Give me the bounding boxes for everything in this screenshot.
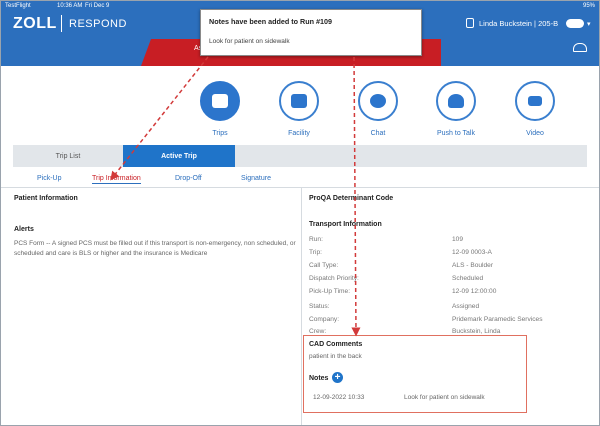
alert-text: PCS Form -- A signed PCS must be filled … — [14, 240, 296, 257]
row-value: 12-09 12:00:00 — [452, 288, 497, 295]
notification-title: Notes have been added to Run #109 — [209, 17, 333, 26]
subtab-pick-up[interactable]: Pick-Up — [37, 175, 62, 182]
row-label: Company: — [309, 316, 340, 323]
cad-comments-heading: CAD Comments — [309, 341, 363, 348]
row-value: Buckstein, Linda — [452, 328, 501, 335]
nav-label: Chat — [370, 130, 386, 137]
nav-label: Push to Talk — [436, 130, 475, 137]
battery-level: 95% — [582, 3, 595, 9]
notes-heading: Notes — [309, 375, 329, 382]
note-text: Look for patient on sidewalk — [404, 394, 485, 401]
note-timestamp: 12-09-2022 10:33 — [313, 394, 365, 401]
trip-tab-bar: Trip List Active Trip — [13, 145, 587, 167]
push-to-talk-icon — [448, 94, 464, 108]
row-value: Assigned — [452, 303, 480, 310]
subtab-trip-information[interactable]: Trip Information — [92, 175, 141, 184]
alarm-light-icon[interactable] — [573, 43, 587, 52]
transport-info-heading: Transport Information — [309, 221, 382, 228]
nav-label: Facility — [288, 130, 310, 137]
tab-trip-list[interactable]: Trip List — [13, 145, 123, 167]
row-label: Crew: — [309, 328, 327, 335]
row-label: Status: — [309, 303, 330, 310]
cad-comment-text: patient in the back — [309, 353, 362, 360]
brand-divider — [61, 15, 62, 32]
nav-video-button[interactable]: Video — [513, 81, 557, 137]
row-value: ALS - Boulder — [452, 262, 494, 269]
status-time: 10:36 AM — [57, 3, 83, 9]
device-icon[interactable] — [466, 18, 474, 28]
subtab-signature[interactable]: Signature — [241, 175, 271, 182]
notification-body: Look for patient on sidewalk — [209, 38, 290, 45]
column-divider — [301, 188, 302, 425]
row-value: Scheduled — [452, 275, 484, 282]
proqa-heading: ProQA Determinant Code — [309, 195, 394, 202]
nav-chat-button[interactable]: Chat — [356, 81, 400, 137]
alerts-heading: Alerts — [14, 226, 34, 233]
tab-active-trip[interactable]: Active Trip — [123, 145, 235, 167]
nav-facility-button[interactable]: Facility — [277, 81, 321, 137]
row-label: Call Type: — [309, 262, 339, 269]
chevron-down-icon[interactable]: ▾ — [587, 20, 591, 28]
subtab-bar: Pick-Up Trip Information Drop-Off Signat… — [13, 173, 587, 187]
product-name: RESPOND — [69, 18, 127, 30]
notification-popup[interactable]: Notes have been added to Run #109 Look f… — [200, 9, 422, 56]
row-value: Pridemark Paramedic Services — [452, 316, 543, 323]
building-icon — [291, 94, 307, 108]
carrier-label: TestFlight — [5, 3, 31, 9]
add-note-button[interactable]: + — [332, 372, 343, 383]
user-name[interactable]: Linda Buckstein | 205-B — [479, 19, 558, 28]
chat-icon — [370, 94, 386, 108]
nav-label: Trips — [212, 130, 228, 137]
row-label: Dispatch Priority: — [309, 275, 359, 282]
brand-logo: ZOLL — [13, 15, 57, 32]
status-date: Fri Dec 9 — [85, 3, 110, 9]
row-label: Trip: — [309, 249, 322, 256]
nav-label: Video — [526, 130, 544, 137]
cloud-sync-icon[interactable] — [566, 19, 584, 28]
row-value: 12-09 0003-A — [452, 249, 492, 256]
video-icon — [528, 96, 542, 106]
subtab-drop-off[interactable]: Drop-Off — [175, 175, 202, 182]
row-value: 109 — [452, 236, 464, 243]
nav-trips-button[interactable]: Trips — [198, 81, 242, 137]
patient-info-heading: Patient Information — [14, 195, 78, 202]
row-label: Run: — [309, 236, 323, 243]
nav-push-to-talk-button[interactable]: Push to Talk — [434, 81, 478, 137]
row-label: Pick-Up Time: — [309, 288, 351, 295]
ambulance-icon — [212, 94, 228, 108]
app-frame: TestFlight 10:36 AM Fri Dec 9 95% ZOLL R… — [0, 0, 600, 426]
